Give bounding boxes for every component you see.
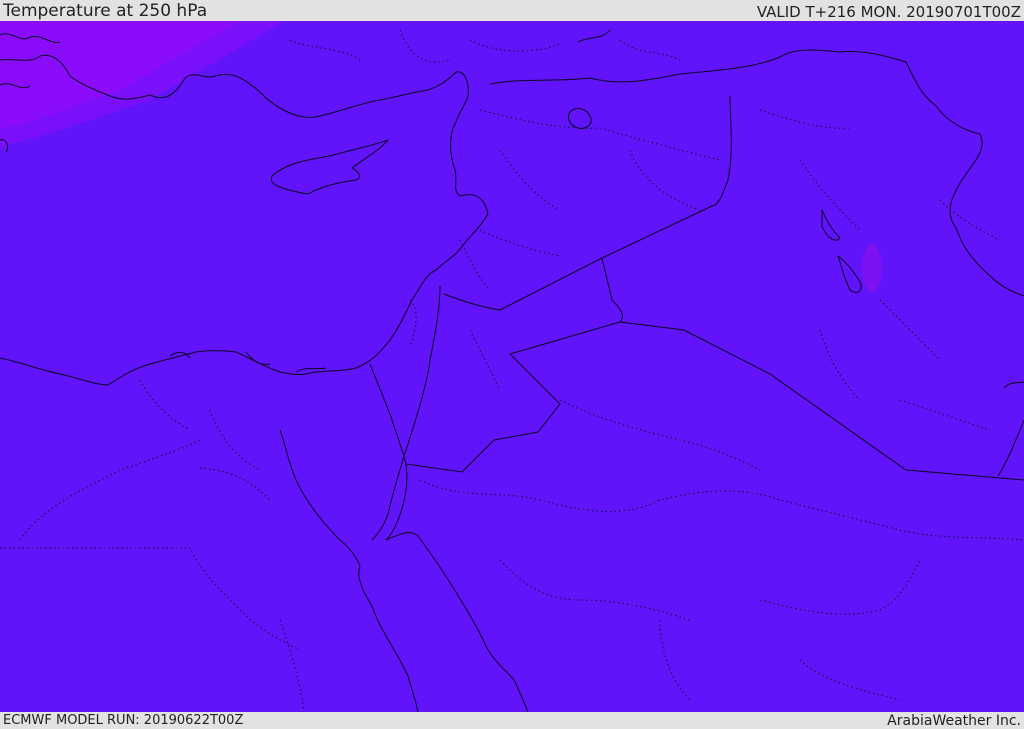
footer-bar: ECMWF MODEL RUN: 20190622T00Z ArabiaWeat… — [0, 712, 1024, 729]
model-run-label: ECMWF MODEL RUN: 20190622T00Z — [3, 713, 244, 728]
map-canvas — [0, 21, 1024, 712]
map-area — [0, 21, 1024, 712]
credit-label: ArabiaWeather Inc. — [887, 713, 1021, 729]
valid-time: VALID T+216 MON. 20190701T00Z — [756, 3, 1021, 21]
map-title: Temperature at 250 hPa — [3, 1, 208, 21]
warm-spot-iraq — [862, 244, 882, 292]
map-figure: Temperature at 250 hPa VALID T+216 MON. … — [0, 0, 1024, 729]
temperature-field — [0, 21, 1024, 712]
header-bar: Temperature at 250 hPa VALID T+216 MON. … — [0, 0, 1024, 21]
